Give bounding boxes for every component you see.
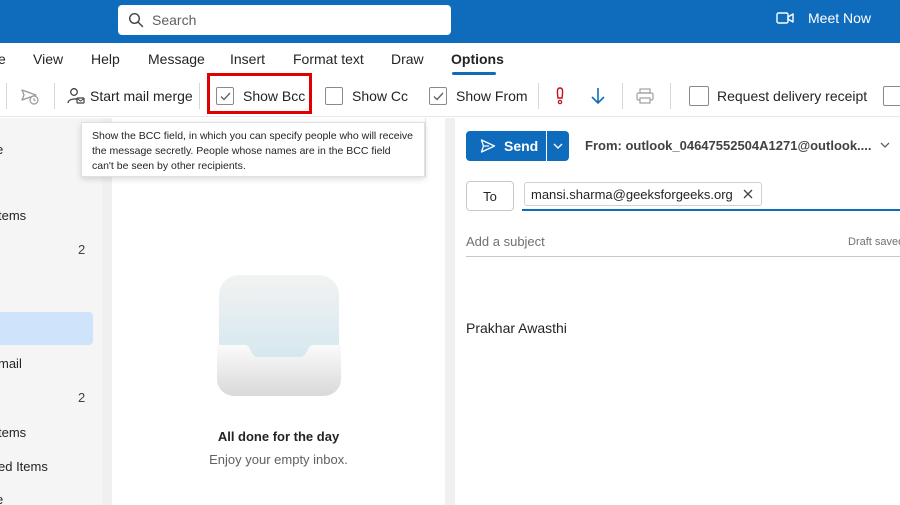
unread-count: 2 [78, 390, 86, 405]
checkbox-unchecked-icon [689, 86, 709, 106]
tab-draw[interactable]: Draw [391, 51, 424, 67]
search-box[interactable]: Search [118, 5, 451, 35]
folder-item[interactable]: e [0, 142, 3, 157]
checkbox-unchecked-icon [883, 86, 900, 106]
delay-delivery-button[interactable] [20, 75, 40, 117]
tab-view[interactable]: View [33, 51, 63, 67]
meet-now-button[interactable]: Meet Now [776, 10, 871, 26]
tab-message[interactable]: Message [148, 51, 205, 67]
request-delivery-receipt-label: Request delivery receipt [717, 88, 868, 104]
show-from-checkbox[interactable]: Show From [429, 75, 528, 117]
ribbon-toolbar: Start mail merge Show Bcc Show Cc Show F… [0, 75, 900, 117]
tab-format-text[interactable]: Format text [293, 51, 364, 67]
empty-inbox-subtitle: Enjoy your empty inbox. [209, 452, 348, 467]
subject-divider [466, 256, 900, 257]
printer-icon [636, 88, 654, 104]
send-icon [480, 139, 496, 153]
show-bcc-tooltip: Show the BCC field, in which you can spe… [81, 122, 425, 177]
meet-now-label: Meet Now [808, 10, 872, 26]
show-from-label: Show From [456, 88, 528, 104]
high-importance-icon [556, 87, 564, 105]
checkbox-checked-icon [429, 87, 447, 105]
subject-input[interactable]: Add a subject [466, 234, 545, 249]
low-importance-button[interactable] [589, 75, 607, 117]
from-field[interactable]: From: outlook_04647552504A1271@outlook..… [585, 138, 872, 153]
ribbon-divider [622, 83, 623, 109]
show-cc-checkbox[interactable]: Show Cc [325, 75, 408, 117]
checkbox-unchecked-icon [325, 87, 343, 105]
send-button[interactable]: Send [466, 131, 546, 161]
recipient-chip[interactable]: mansi.sharma@geeksforgeeks.org [524, 182, 762, 206]
compose-pane [455, 118, 900, 505]
request-delivery-receipt-checkbox[interactable]: Request delivery receipt [689, 75, 867, 117]
start-mail-merge-button[interactable]: Start mail merge [66, 75, 193, 117]
print-button[interactable] [635, 75, 655, 117]
ribbon-tabs: e View Help Message Insert Format text D… [0, 43, 900, 75]
chevron-down-icon[interactable] [879, 140, 891, 150]
chevron-down-icon [553, 143, 563, 149]
ribbon-divider [538, 83, 539, 109]
tab-help[interactable]: Help [91, 51, 120, 67]
top-bar: Search Meet Now [0, 0, 900, 43]
start-mail-merge-label: Start mail merge [90, 88, 193, 104]
ribbon-divider [6, 83, 7, 109]
search-icon [128, 12, 144, 28]
empty-inbox-illustration [217, 275, 341, 396]
show-bcc-highlight [207, 73, 312, 114]
ribbon-divider [199, 83, 200, 109]
video-camera-icon [776, 12, 794, 24]
unread-count: 2 [78, 242, 86, 257]
tab-options[interactable]: Options [451, 51, 504, 67]
delay-send-icon [21, 89, 39, 105]
search-placeholder: Search [152, 12, 197, 28]
mail-merge-icon [67, 88, 85, 104]
to-field-focus-underline [522, 209, 900, 211]
tab-file[interactable]: e [0, 51, 6, 67]
tab-insert[interactable]: Insert [230, 51, 265, 67]
send-label: Send [504, 138, 539, 154]
message-body-signature[interactable]: Prakhar Awasthi [466, 320, 567, 336]
ribbon-divider [670, 83, 671, 109]
low-importance-arrow-icon [591, 88, 605, 105]
selected-folder-highlight[interactable] [0, 312, 93, 345]
high-importance-button[interactable] [553, 75, 567, 117]
draft-status: Draft saved [848, 236, 900, 248]
show-cc-label: Show Cc [352, 88, 409, 104]
folder-item[interactable]: e [0, 492, 3, 505]
recipient-address: mansi.sharma@geeksforgeeks.org [531, 186, 733, 202]
message-list-header [425, 118, 445, 178]
folder-item[interactable]: ed Items [0, 459, 48, 474]
to-button[interactable]: To [466, 181, 514, 211]
folder-item[interactable]: tems [0, 208, 26, 223]
folder-item[interactable]: tems [0, 425, 26, 440]
empty-inbox-title: All done for the day [217, 429, 340, 444]
request-read-receipt-checkbox[interactable] [883, 75, 900, 117]
pane-gap [445, 118, 455, 505]
folder-item[interactable]: mail [0, 356, 22, 371]
ribbon-divider [54, 83, 55, 109]
close-icon[interactable] [742, 188, 754, 200]
send-options-dropdown[interactable] [547, 131, 569, 161]
